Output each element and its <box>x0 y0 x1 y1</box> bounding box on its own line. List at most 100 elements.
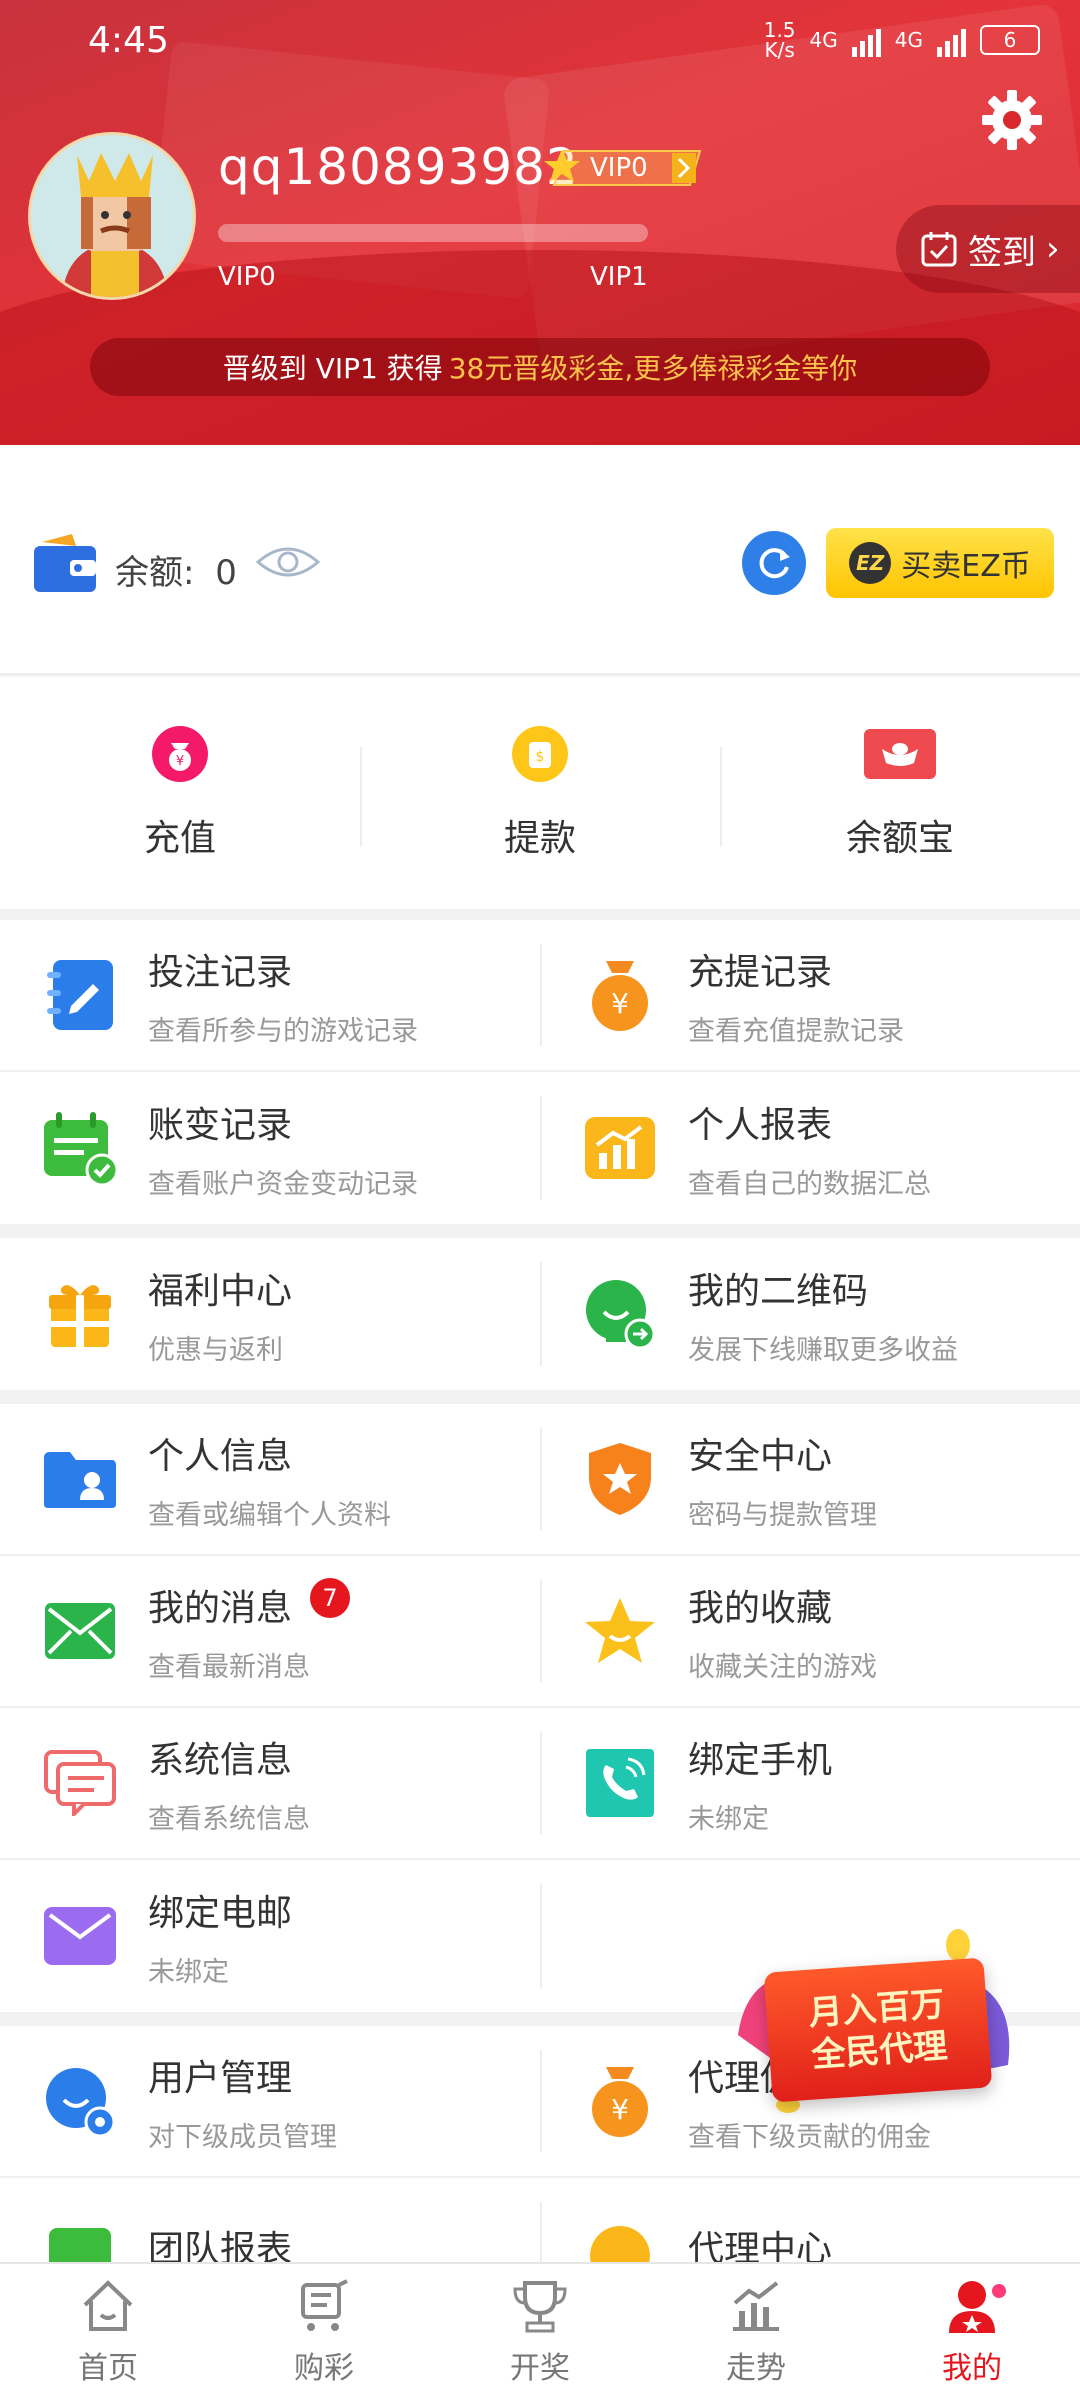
profile-folder-icon <box>44 1452 116 1508</box>
user-management-item[interactable]: 用户管理对下级成员管理 <box>0 2026 540 2176</box>
personal-info-item[interactable]: 个人信息 查看或编辑个人资料 <box>0 1404 540 1554</box>
user-icon <box>949 2281 995 2333</box>
tab-mine[interactable]: 我的 <box>864 2264 1080 2400</box>
menu-row: 我的消息查看最新消息 7 我的收藏 收藏关注的游戏 <box>0 1556 1080 1708</box>
eye-icon[interactable] <box>256 542 320 582</box>
upgrade-prefix: 晋级到 VIP1 获得 <box>222 352 443 385</box>
menu-subtitle: 未绑定 <box>688 1803 769 1835</box>
menu-title: 我的消息 <box>148 1587 293 1629</box>
king-avatar-icon <box>31 135 193 297</box>
system-info-item[interactable]: 系统信息 查看系统信息 <box>0 1708 540 1858</box>
svg-text:¥: ¥ <box>611 2093 629 2126</box>
recharge-button[interactable]: ¥ 充值 <box>0 677 360 909</box>
vip-progress-bar <box>218 224 648 242</box>
menu-subtitle: 查看最新消息 <box>148 1651 310 1683</box>
commission-bag-icon: ¥ <box>592 2067 648 2137</box>
network-type-2: 4G <box>894 28 923 52</box>
menu-subtitle: 对下级成员管理 <box>148 2121 337 2153</box>
menu-subtitle: 未绑定 <box>148 1956 229 1988</box>
network-type-1: 4G <box>809 28 838 52</box>
menu-row: 福利中心 优惠与返利 我的二维码 发展下线赚取更多收益 <box>0 1238 1080 1390</box>
menu-subtitle: 查看充值提款记录 <box>688 1015 904 1047</box>
unread-badge: 7 <box>310 1578 350 1618</box>
profile-header: 4:45 1.5 K/s 4G 4G 6 qq180893982 VIP0 VI… <box>0 0 1080 445</box>
status-bar: 4:45 1.5 K/s 4G 4G 6 <box>88 18 1040 62</box>
menu-title: 投注记录 <box>148 951 293 993</box>
yuebao-button[interactable]: 余额宝 <box>720 677 1080 909</box>
menu-title: 福利中心 <box>148 1270 293 1312</box>
cart-icon <box>301 2279 348 2331</box>
tab-draw-results[interactable]: 开奖 <box>432 2264 648 2400</box>
agent-promo-banner[interactable]: 月入百万 全民代理 <box>728 1925 1028 2125</box>
deposit-withdraw-records-item[interactable]: ¥ 充提记录查看充值提款记录 <box>540 920 1080 1070</box>
menu-subtitle: 密码与提款管理 <box>688 1499 877 1531</box>
menu-title: 个人报表 <box>688 1104 833 1146</box>
balance-text: 余额: 0 <box>115 545 237 594</box>
vip-level-badge[interactable]: VIP0 <box>542 147 708 189</box>
bet-records-item[interactable]: 投注记录 查看所参与的游戏记录 <box>0 920 540 1070</box>
tab-label: 首页 <box>78 2351 138 2386</box>
wallet-icon <box>34 534 96 592</box>
menu-title: 充提记录 <box>688 951 833 993</box>
buy-sell-ez-button[interactable]: EZ 买卖EZ币 <box>826 528 1054 598</box>
signin-label: 签到 <box>968 232 1036 273</box>
avatar[interactable] <box>28 132 196 300</box>
vip-upgrade-banner[interactable]: 晋级到 VIP1 获得 38元晋级彩金,更多俸禄彩金等你 <box>90 338 990 396</box>
withdraw-button[interactable]: $ 提款 <box>360 677 720 909</box>
signin-button[interactable]: 签到 › <box>896 205 1080 293</box>
account-change-records-item[interactable]: 账变记录 查看账户资金变动记录 <box>0 1072 540 1224</box>
settings-gear-icon[interactable] <box>980 88 1044 152</box>
bind-phone-item[interactable]: 绑定手机 未绑定 <box>540 1708 1080 1858</box>
chart-icon <box>585 1117 655 1179</box>
menu-subtitle: 查看系统信息 <box>148 1803 310 1835</box>
calendar-check-icon <box>44 1112 118 1186</box>
security-center-item[interactable]: 安全中心 密码与提款管理 <box>540 1404 1080 1554</box>
menu-row: 账变记录 查看账户资金变动记录 个人报表查看自己的数据汇总 <box>0 1072 1080 1224</box>
menu-subtitle: 查看账户资金变动记录 <box>148 1168 418 1200</box>
menu-title: 绑定手机 <box>688 1739 833 1781</box>
svg-text:¥: ¥ <box>611 987 629 1020</box>
network-speed: 1.5 K/s <box>763 18 796 62</box>
menu-title: 个人信息 <box>148 1435 293 1477</box>
vip-badge-label: VIP0 <box>590 153 648 183</box>
signal-icon <box>937 23 966 57</box>
welfare-center-item[interactable]: 福利中心 优惠与返利 <box>0 1238 540 1390</box>
my-favorites-item[interactable]: 我的收藏 收藏关注的游戏 <box>540 1556 1080 1706</box>
envelope-icon <box>44 1907 116 1965</box>
my-qr-code-item[interactable]: 我的二维码 发展下线赚取更多收益 <box>540 1238 1080 1390</box>
tab-home[interactable]: 首页 <box>0 2264 216 2400</box>
upgrade-reward: 38元晋级彩金,更多俸禄彩金等你 <box>448 352 858 385</box>
balance-section: 余额: 0 EZ 买卖EZ币 <box>0 445 1080 675</box>
my-messages-item[interactable]: 我的消息查看最新消息 7 <box>0 1556 540 1706</box>
tab-label: 走势 <box>726 2351 786 2386</box>
tab-label: 我的 <box>942 2351 1002 2386</box>
home-icon <box>83 2280 133 2331</box>
personal-report-item[interactable]: 个人报表查看自己的数据汇总 <box>540 1072 1080 1224</box>
tab-trends[interactable]: 走势 <box>648 2264 864 2400</box>
menu-row: 投注记录 查看所参与的游戏记录 ¥ 充提记录查看充值提款记录 <box>0 920 1080 1072</box>
user-gear-icon <box>46 2068 116 2138</box>
menu-title: 绑定电邮 <box>148 1892 293 1934</box>
svg-text:$: $ <box>536 749 545 765</box>
yuebao-label: 余额宝 <box>845 818 954 859</box>
vip-current-level: VIP0 <box>218 262 276 292</box>
recharge-icon: ¥ <box>152 726 208 782</box>
yuebao-icon <box>864 729 936 779</box>
qr-share-icon <box>586 1280 656 1350</box>
notebook-icon <box>47 960 113 1030</box>
shield-icon <box>589 1443 651 1515</box>
notification-dot <box>992 2284 1006 2298</box>
trend-icon <box>733 2281 779 2331</box>
menu-row: 系统信息 查看系统信息 绑定手机未绑定 <box>0 1708 1080 1860</box>
bind-email-item[interactable]: 绑定电邮 未绑定 <box>0 1860 540 2012</box>
menu-title: 我的二维码 <box>688 1270 869 1312</box>
ez-button-label: 买卖EZ币 <box>901 549 1031 584</box>
tab-label: 开奖 <box>510 2351 570 2386</box>
balance-label: 余额: <box>115 553 195 593</box>
refresh-button[interactable] <box>742 531 806 595</box>
gift-icon <box>49 1285 111 1347</box>
withdraw-label: 提款 <box>503 818 576 859</box>
menu-title: 用户管理 <box>148 2057 293 2099</box>
menu-subtitle: 查看自己的数据汇总 <box>688 1168 931 1200</box>
tab-buy-lottery[interactable]: 购彩 <box>216 2264 432 2400</box>
